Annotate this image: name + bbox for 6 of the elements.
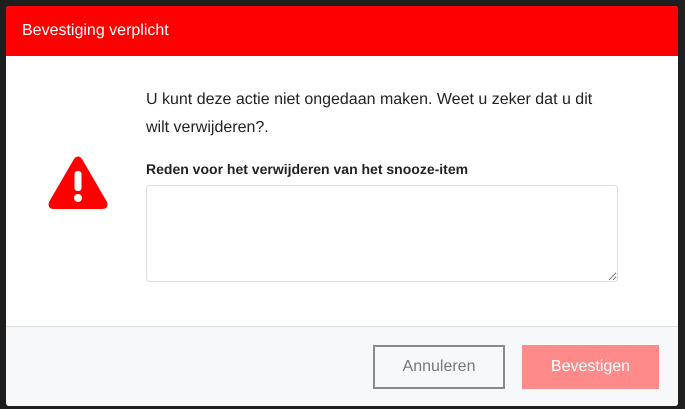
cancel-button[interactable]: Annuleren — [373, 344, 505, 388]
warning-message: U kunt deze actie niet ongedaan maken. Weet u zeker dat u dit wilt verwijderen?. — [146, 90, 594, 138]
reason-field[interactable] — [146, 185, 618, 282]
field-label: Reden voor het verwijderen van het snooze-item — [146, 160, 470, 179]
dialog-title: Bevestiging verplicht — [22, 21, 169, 41]
warning-icon — [48, 156, 108, 210]
